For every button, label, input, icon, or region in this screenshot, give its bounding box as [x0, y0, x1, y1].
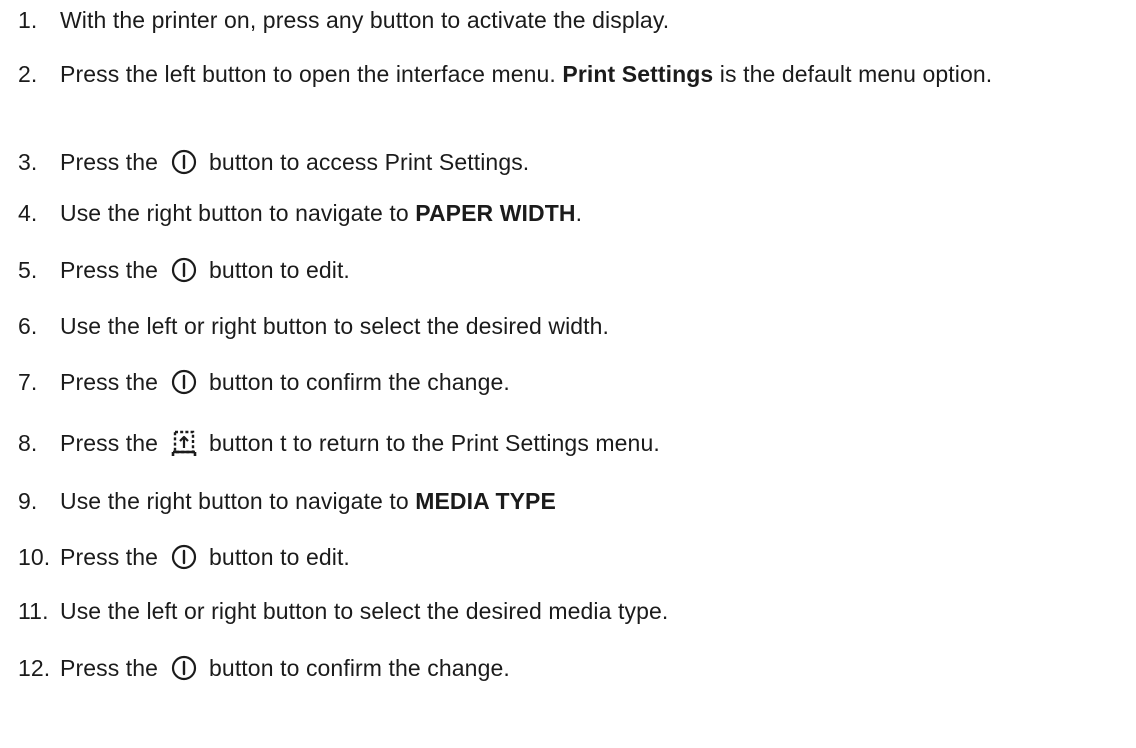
step-text-segment: Use the right button to navigate to	[60, 488, 416, 514]
step-text-segment: Press the	[60, 149, 165, 175]
step-text-segment: is the default menu option.	[713, 61, 993, 87]
step-text-segment: button t to return to the Print Settings…	[202, 430, 660, 456]
step-number: 11.	[18, 598, 49, 624]
power-icon	[171, 655, 197, 681]
step-text-segment: .	[575, 200, 583, 226]
step-text: Press the button to access Print Setting…	[60, 146, 1132, 178]
step-text: Use the right button to navigate to MEDI…	[60, 485, 1132, 517]
feed-icon	[171, 429, 197, 457]
step-text-segment: button to confirm the change.	[202, 369, 510, 395]
step-number: 8.	[18, 430, 38, 456]
step-text-segment: Press the	[60, 430, 165, 456]
step-text: Press the button to edit.	[60, 254, 1132, 286]
step-text: Press the button to confirm the change.	[60, 652, 1132, 684]
power-icon	[171, 369, 197, 395]
step-number: 10.	[18, 544, 51, 570]
step-number: 12.	[18, 655, 51, 681]
step-text-segment: Press the	[60, 257, 165, 283]
setting-name-media-type: MEDIA TYPE	[415, 488, 556, 514]
step-text-segment: button to access Print Settings.	[202, 149, 530, 175]
step-text-segment: button to edit.	[202, 257, 350, 283]
power-icon	[171, 544, 197, 570]
step-text-segment: Press the	[60, 544, 165, 570]
step-text-segment: Use the right button to navigate to	[60, 200, 416, 226]
step-number: 2.	[18, 61, 38, 87]
step-text: Use the left or right button to select t…	[60, 595, 1132, 627]
step-text-segment: Press the left button to open the interf…	[60, 61, 563, 87]
step-text-segment: button to edit.	[202, 544, 350, 570]
setting-name-paper-width: PAPER WIDTH	[415, 200, 576, 226]
step-text-segment: Use the left or right button to select t…	[60, 598, 669, 624]
step-text-segment: Press the	[60, 655, 165, 681]
step-text: With the printer on, press any button to…	[60, 4, 1132, 36]
menu-name-print-settings: Print Settings	[562, 61, 714, 87]
step-text: Press the button to edit.	[60, 541, 1132, 573]
step-number: 4.	[18, 200, 38, 226]
step-number: 7.	[18, 369, 38, 395]
step-number: 1.	[18, 7, 38, 33]
step-text-segment: Press the	[60, 369, 165, 395]
step-text-segment: Use the left or right button to select t…	[60, 313, 610, 339]
step-number: 9.	[18, 488, 38, 514]
step-text: Press the button t to return to the Prin…	[60, 427, 1132, 459]
power-icon	[171, 149, 197, 175]
step-text: Press the button to confirm the change.	[60, 366, 1132, 398]
power-icon	[171, 257, 197, 283]
step-text-segment: With the printer on, press any button to…	[60, 7, 670, 33]
step-text: Use the right button to navigate to PAPE…	[60, 197, 1132, 229]
step-text: Use the left or right button to select t…	[60, 310, 1132, 342]
step-text: Press the left button to open the interf…	[60, 58, 1132, 90]
step-number: 3.	[18, 149, 38, 175]
step-text-segment: button to confirm the change.	[202, 655, 510, 681]
step-number: 5.	[18, 257, 38, 283]
step-number: 6.	[18, 313, 38, 339]
